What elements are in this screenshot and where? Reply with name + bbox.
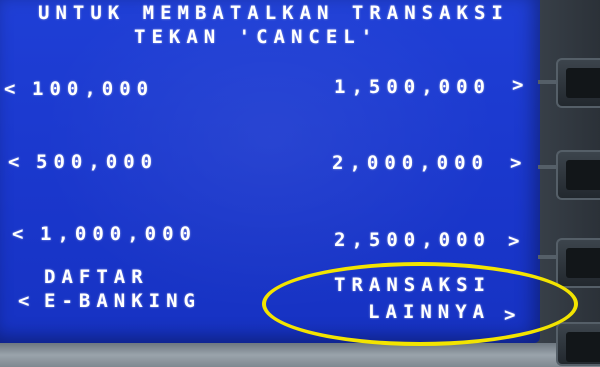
right-arrow-icon: > — [508, 230, 520, 252]
side-key-right-2[interactable] — [556, 150, 600, 200]
key-face — [566, 332, 600, 362]
side-key-right-3[interactable] — [556, 238, 600, 288]
option-label: 100,000 — [32, 78, 155, 100]
option-label: 500,000 — [36, 151, 159, 173]
instruction-line-2: TEKAN 'CANCEL' — [134, 26, 379, 48]
right-arrow-icon: > — [510, 152, 522, 174]
left-arrow-icon: < — [4, 78, 16, 100]
left-arrow-icon: < — [18, 290, 30, 312]
option-label: 1,000,000 — [40, 223, 197, 245]
left-arrow-icon: < — [12, 223, 24, 245]
option-label: 2,000,000 — [332, 152, 489, 174]
key-face — [566, 248, 600, 278]
key-connector — [538, 80, 558, 84]
key-connector — [538, 165, 558, 169]
side-key-right-1[interactable] — [556, 58, 600, 108]
left-arrow-icon: < — [8, 151, 20, 173]
option-label-line-1: DAFTAR — [44, 266, 149, 288]
key-face — [566, 160, 600, 190]
side-key-right-4[interactable] — [556, 322, 600, 366]
key-connector — [538, 255, 558, 259]
instruction-line-1: UNTUK MEMBATALKAN TRANSAKSI — [38, 2, 509, 24]
option-label: 1,500,000 — [334, 76, 491, 98]
option-label-line-2: E-BANKING — [44, 290, 201, 312]
right-arrow-icon: > — [512, 74, 524, 96]
key-face — [566, 68, 600, 98]
option-label: 2,500,000 — [334, 229, 491, 251]
screen-lower-frame — [0, 343, 600, 367]
highlight-ellipse — [262, 262, 578, 346]
